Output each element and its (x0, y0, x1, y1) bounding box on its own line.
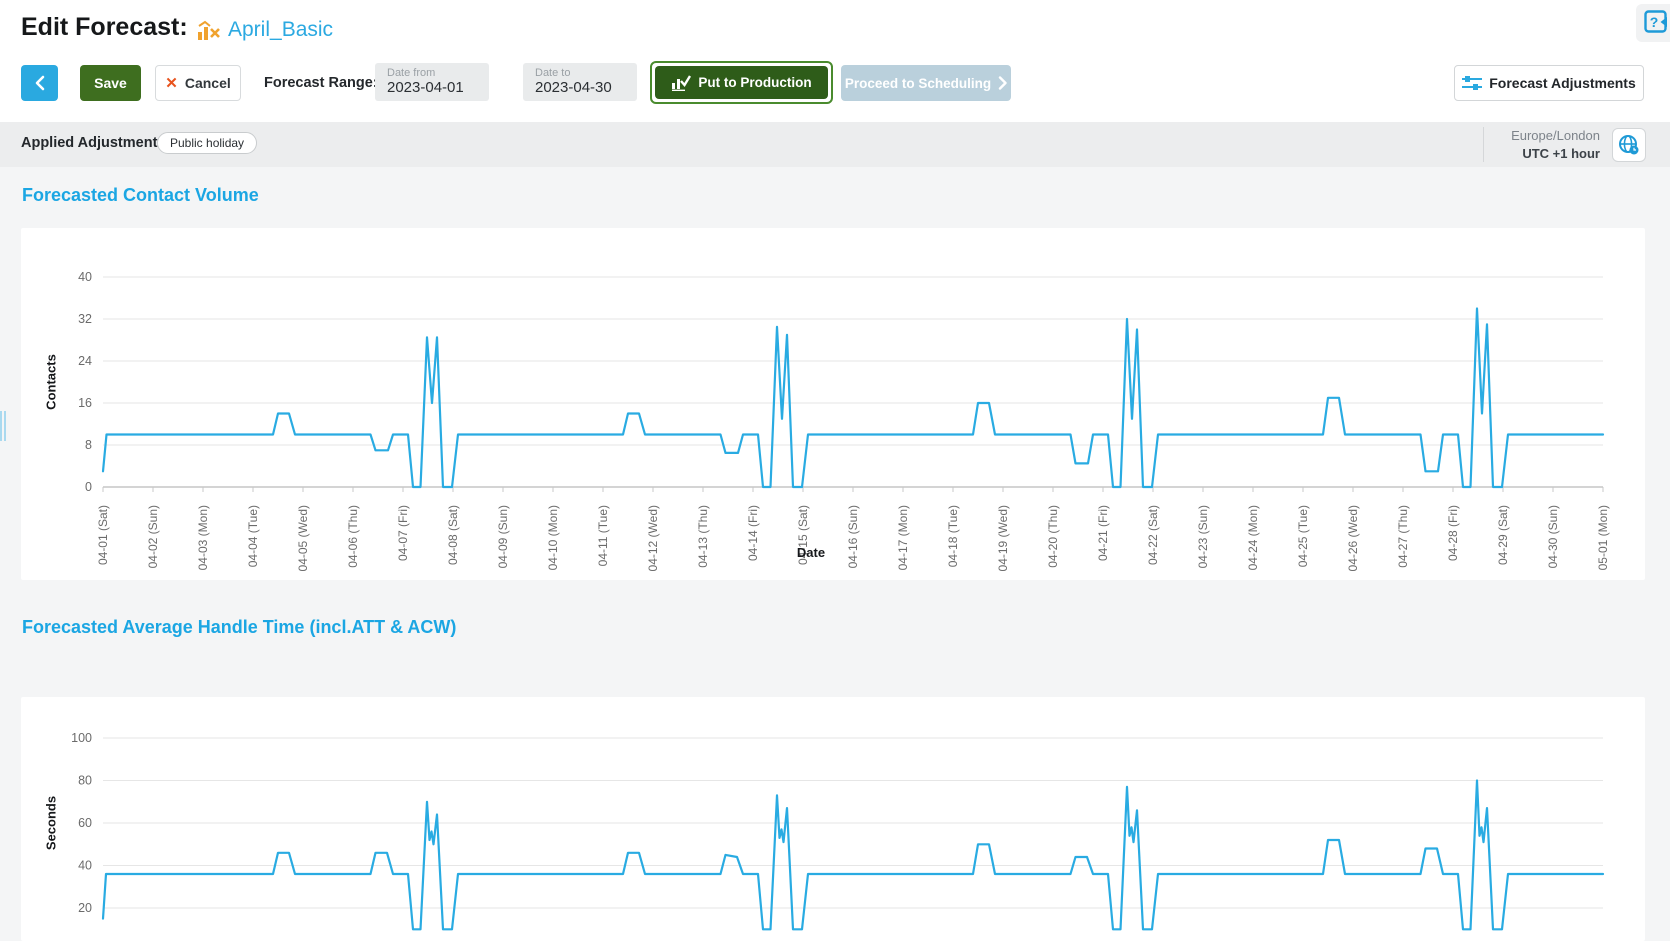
y-tick-label: 40 (78, 270, 92, 284)
cancel-button[interactable]: ✕ Cancel (155, 65, 241, 101)
cancel-button-label: Cancel (185, 75, 231, 91)
date-to-value: 2023-04-30 (535, 79, 637, 96)
x-tick-label: 04-24 (Mon) (1246, 505, 1260, 570)
x-tick-label: 04-11 (Tue) (596, 505, 610, 566)
put-to-production-button[interactable]: Put to Production (655, 66, 828, 99)
side-drawer-handle[interactable] (0, 411, 8, 441)
x-tick-label: 04-07 (Fri) (396, 505, 410, 561)
x-tick-label: 04-30 (Sun) (1546, 505, 1560, 568)
y-tick-label: 60 (78, 816, 92, 830)
forecast-adjustments-label: Forecast Adjustments (1489, 75, 1636, 91)
x-tick-label: 04-13 (Thu) (696, 505, 710, 568)
x-tick-label: 04-09 (Sun) (496, 505, 510, 568)
x-tick-label: 04-06 (Thu) (346, 505, 360, 568)
series-line (103, 309, 1603, 488)
x-tick-label: 04-23 (Sun) (1196, 505, 1210, 568)
contact-volume-chart-title: Forecasted Contact Volume (22, 185, 259, 206)
date-from-value: 2023-04-01 (387, 79, 489, 96)
date-to-label: Date to (535, 67, 637, 79)
forecast-icon (197, 20, 221, 42)
x-tick-label: 04-10 (Mon) (546, 505, 560, 570)
x-tick-label: 04-04 (Tue) (246, 505, 260, 567)
y-tick-label: 16 (78, 396, 92, 410)
y-tick-label: 100 (71, 731, 92, 745)
series-line (103, 781, 1603, 930)
y-tick-label: 0 (85, 480, 92, 494)
y-tick-label: 80 (78, 774, 92, 788)
production-chart-icon (671, 74, 691, 91)
x-tick-label: 04-20 (Thu) (1046, 505, 1060, 568)
y-tick-label: 8 (85, 438, 92, 452)
proceed-to-scheduling-label: Proceed to Scheduling (845, 76, 991, 91)
aht-chart: 20 40 60 80 100 (21, 697, 1645, 941)
contact-volume-chart: 0 8 16 24 32 40 04-01 (Sat) 04-02 (Sun) 04-03 (M… (21, 228, 1645, 580)
aht-chart-title: Forecasted Average Handle Time (incl.ATT… (22, 617, 456, 638)
put-to-production-label: Put to Production (698, 75, 811, 90)
chevron-left-icon (34, 75, 45, 91)
x-tick-label: 04-02 (Sun) (146, 505, 160, 568)
put-to-production-focus-ring: Put to Production (650, 61, 833, 104)
forecast-name-link[interactable]: April_Basic (228, 18, 333, 42)
help-icon[interactable]: ? (1644, 10, 1667, 33)
y-tick-label: 24 (78, 354, 92, 368)
save-button[interactable]: Save (80, 65, 141, 101)
y-tick-label: 40 (78, 859, 92, 873)
forecast-adjustments-button[interactable]: Forecast Adjustments (1454, 65, 1644, 101)
x-tick-label: 04-21 (Fri) (1096, 505, 1110, 561)
x-tick-label: 04-03 (Mon) (196, 505, 210, 570)
x-tick-label: 04-28 (Fri) (1446, 505, 1460, 561)
x-tick-label: 04-18 (Tue) (946, 505, 960, 567)
page-title: Edit Forecast: (21, 13, 188, 42)
timezone-button[interactable] (1612, 128, 1646, 162)
x-tick-label: 04-17 (Mon) (896, 505, 910, 570)
aht-y-axis-label: Seconds (44, 796, 59, 850)
x-tick-label: 04-12 (Wed) (646, 505, 660, 571)
sliders-icon (1462, 75, 1482, 91)
contact-volume-y-axis-label: Contacts (44, 354, 59, 410)
forecast-range-label: Forecast Range: (264, 75, 378, 91)
contact-volume-chart-card: 0 8 16 24 32 40 04-01 (Sat) 04-02 (Sun) 04-03 (M… (21, 228, 1645, 580)
date-to-field[interactable]: Date to 2023-04-30 (523, 63, 637, 101)
svg-text:?: ? (1650, 14, 1659, 30)
x-tick-label: 05-01 (Mon) (1596, 505, 1610, 570)
x-tick-label: 04-26 (Wed) (1346, 505, 1360, 571)
x-tick-label: 04-25 (Tue) (1296, 505, 1310, 567)
x-tick-label: 04-14 (Fri) (746, 505, 760, 561)
date-from-label: Date from (387, 67, 489, 79)
applied-adjustments-label: Applied Adjustments: (21, 135, 170, 151)
back-button[interactable] (21, 65, 58, 101)
x-tick-label: 04-16 (Sun) (846, 505, 860, 568)
x-tick-label: 04-05 (Wed) (296, 505, 310, 571)
x-tick-label: 04-01 (Sat) (96, 505, 110, 565)
y-tick-label: 20 (78, 901, 92, 915)
chevron-right-icon (998, 76, 1007, 90)
date-from-field[interactable]: Date from 2023-04-01 (375, 63, 489, 101)
globe-icon (1618, 134, 1640, 156)
contact-volume-x-axis-label: Date (797, 545, 825, 560)
x-tick-label: 04-29 (Sat) (1496, 505, 1510, 565)
x-tick-label: 04-27 (Thu) (1396, 505, 1410, 568)
x-tick-label: 04-19 (Wed) (996, 505, 1010, 571)
cancel-x-icon: ✕ (165, 74, 178, 92)
aht-chart-card: 20 40 60 80 100 Seconds (21, 697, 1645, 941)
timezone-offset: UTC +1 hour (1413, 146, 1600, 161)
edit-forecast-page: Edit Forecast: April_Basic ? Save ✕ Canc… (0, 0, 1670, 941)
timezone-region: Europe/London (1413, 128, 1600, 143)
y-tick-label: 32 (78, 312, 92, 326)
adjustment-tag-public-holiday[interactable]: Public holiday (157, 132, 257, 154)
proceed-to-scheduling-button[interactable]: Proceed to Scheduling (841, 65, 1011, 101)
x-tick-label: 04-08 (Sat) (446, 505, 460, 565)
save-button-label: Save (94, 75, 127, 91)
x-tick-label: 04-22 (Sat) (1146, 505, 1160, 565)
